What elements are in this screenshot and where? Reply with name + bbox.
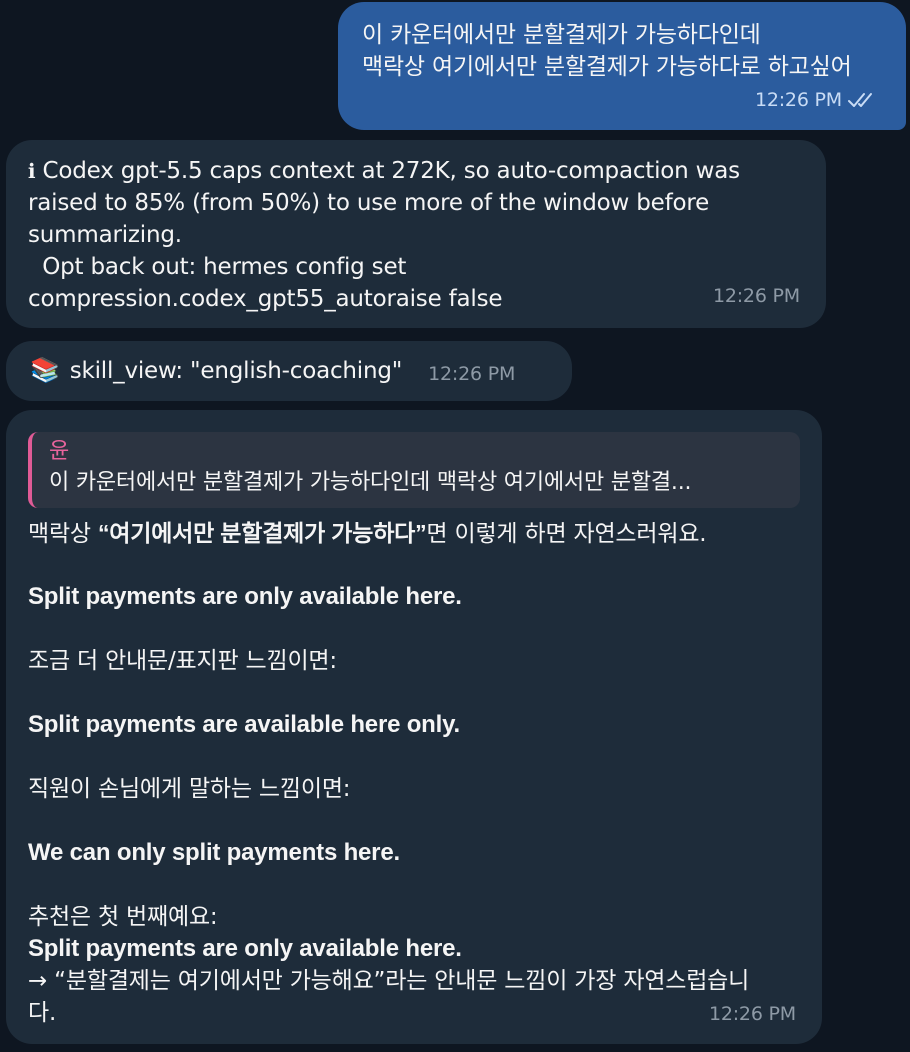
incoming-message-notice[interactable]: ℹ Codex gpt-5.5 caps context at 272K, so… [6, 140, 826, 328]
quote-text: 이 카운터에서만 분할결제가 가능하다인데 맥락상 여기에서만 분할결... [49, 470, 692, 495]
message-text-line: 맥락상 여기에서만 분할결제가 가능하다로 하고싶어 [362, 54, 852, 80]
message-text-line: ℹ Codex gpt-5.5 caps context at 272K, so… [28, 158, 740, 184]
reply-note-line: → “분할결제는 여기에서만 가능해요”라는 안내문 느낌이 가장 자연스럽습니 [28, 968, 750, 994]
reply-option-3: We can only split payments here. [28, 839, 400, 866]
reply-intro: 맥락상 “여기에서만 분할결제가 가능하다”면 이렇게 하면 자연스러워요. [28, 520, 707, 547]
reply-note-line: 다. [28, 1000, 57, 1026]
reply-sign-label: 조금 더 안내문/표지판 느낌이면: [28, 648, 337, 674]
chat-view: 이 카운터에서만 분할결제가 가능하다인데 맥락상 여기에서만 분할결제가 가능… [0, 0, 910, 1052]
message-text-line: summarizing. [28, 222, 182, 248]
quote-author: 윤 [49, 439, 70, 464]
incoming-message-reply[interactable]: 윤 이 카운터에서만 분할결제가 가능하다인데 맥락상 여기에서만 분할결...… [6, 410, 822, 1044]
double-check-icon [848, 93, 872, 107]
message-text-line: compression.codex_gpt55_autoraise false [28, 286, 503, 312]
message-time: 12:26 PM [754, 89, 842, 111]
message-meta: 12:26 PM [755, 84, 878, 116]
reply-option-2: Split payments are available here only. [28, 711, 460, 738]
message-text-line: raised to 85% (from 50%) to use more of … [28, 190, 710, 216]
reply-staff-label: 직원이 손님에게 말하는 느낌이면: [28, 776, 351, 802]
reply-quote[interactable]: 윤 이 카운터에서만 분할결제가 가능하다인데 맥락상 여기에서만 분할결... [28, 432, 800, 508]
reply-body: 맥락상 “여기에서만 분할결제가 가능하다”면 이렇게 하면 자연스러워요. S… [28, 517, 802, 1029]
reply-recommend: Split payments are only available here. [28, 935, 462, 962]
reply-recommend-label: 추천은 첫 번째예요: [28, 904, 218, 930]
message-time: 12:26 PM [708, 1003, 796, 1025]
incoming-message-skill[interactable]: 📚 skill_view: "english-coaching" 12:26 P… [6, 341, 572, 401]
outgoing-message[interactable]: 이 카운터에서만 분할결제가 가능하다인데 맥락상 여기에서만 분할결제가 가능… [338, 2, 906, 130]
message-time: 12:26 PM [428, 363, 516, 385]
message-time: 12:26 PM [712, 285, 800, 307]
skill-text: skill_view: "english-coaching" [69, 358, 403, 384]
message-text-line: 이 카운터에서만 분할결제가 가능하다인데 [362, 22, 761, 48]
books-icon: 📚 [30, 356, 60, 384]
reply-option-1: Split payments are only available here. [28, 583, 462, 610]
message-text-line: Opt back out: hermes config set [28, 254, 407, 280]
